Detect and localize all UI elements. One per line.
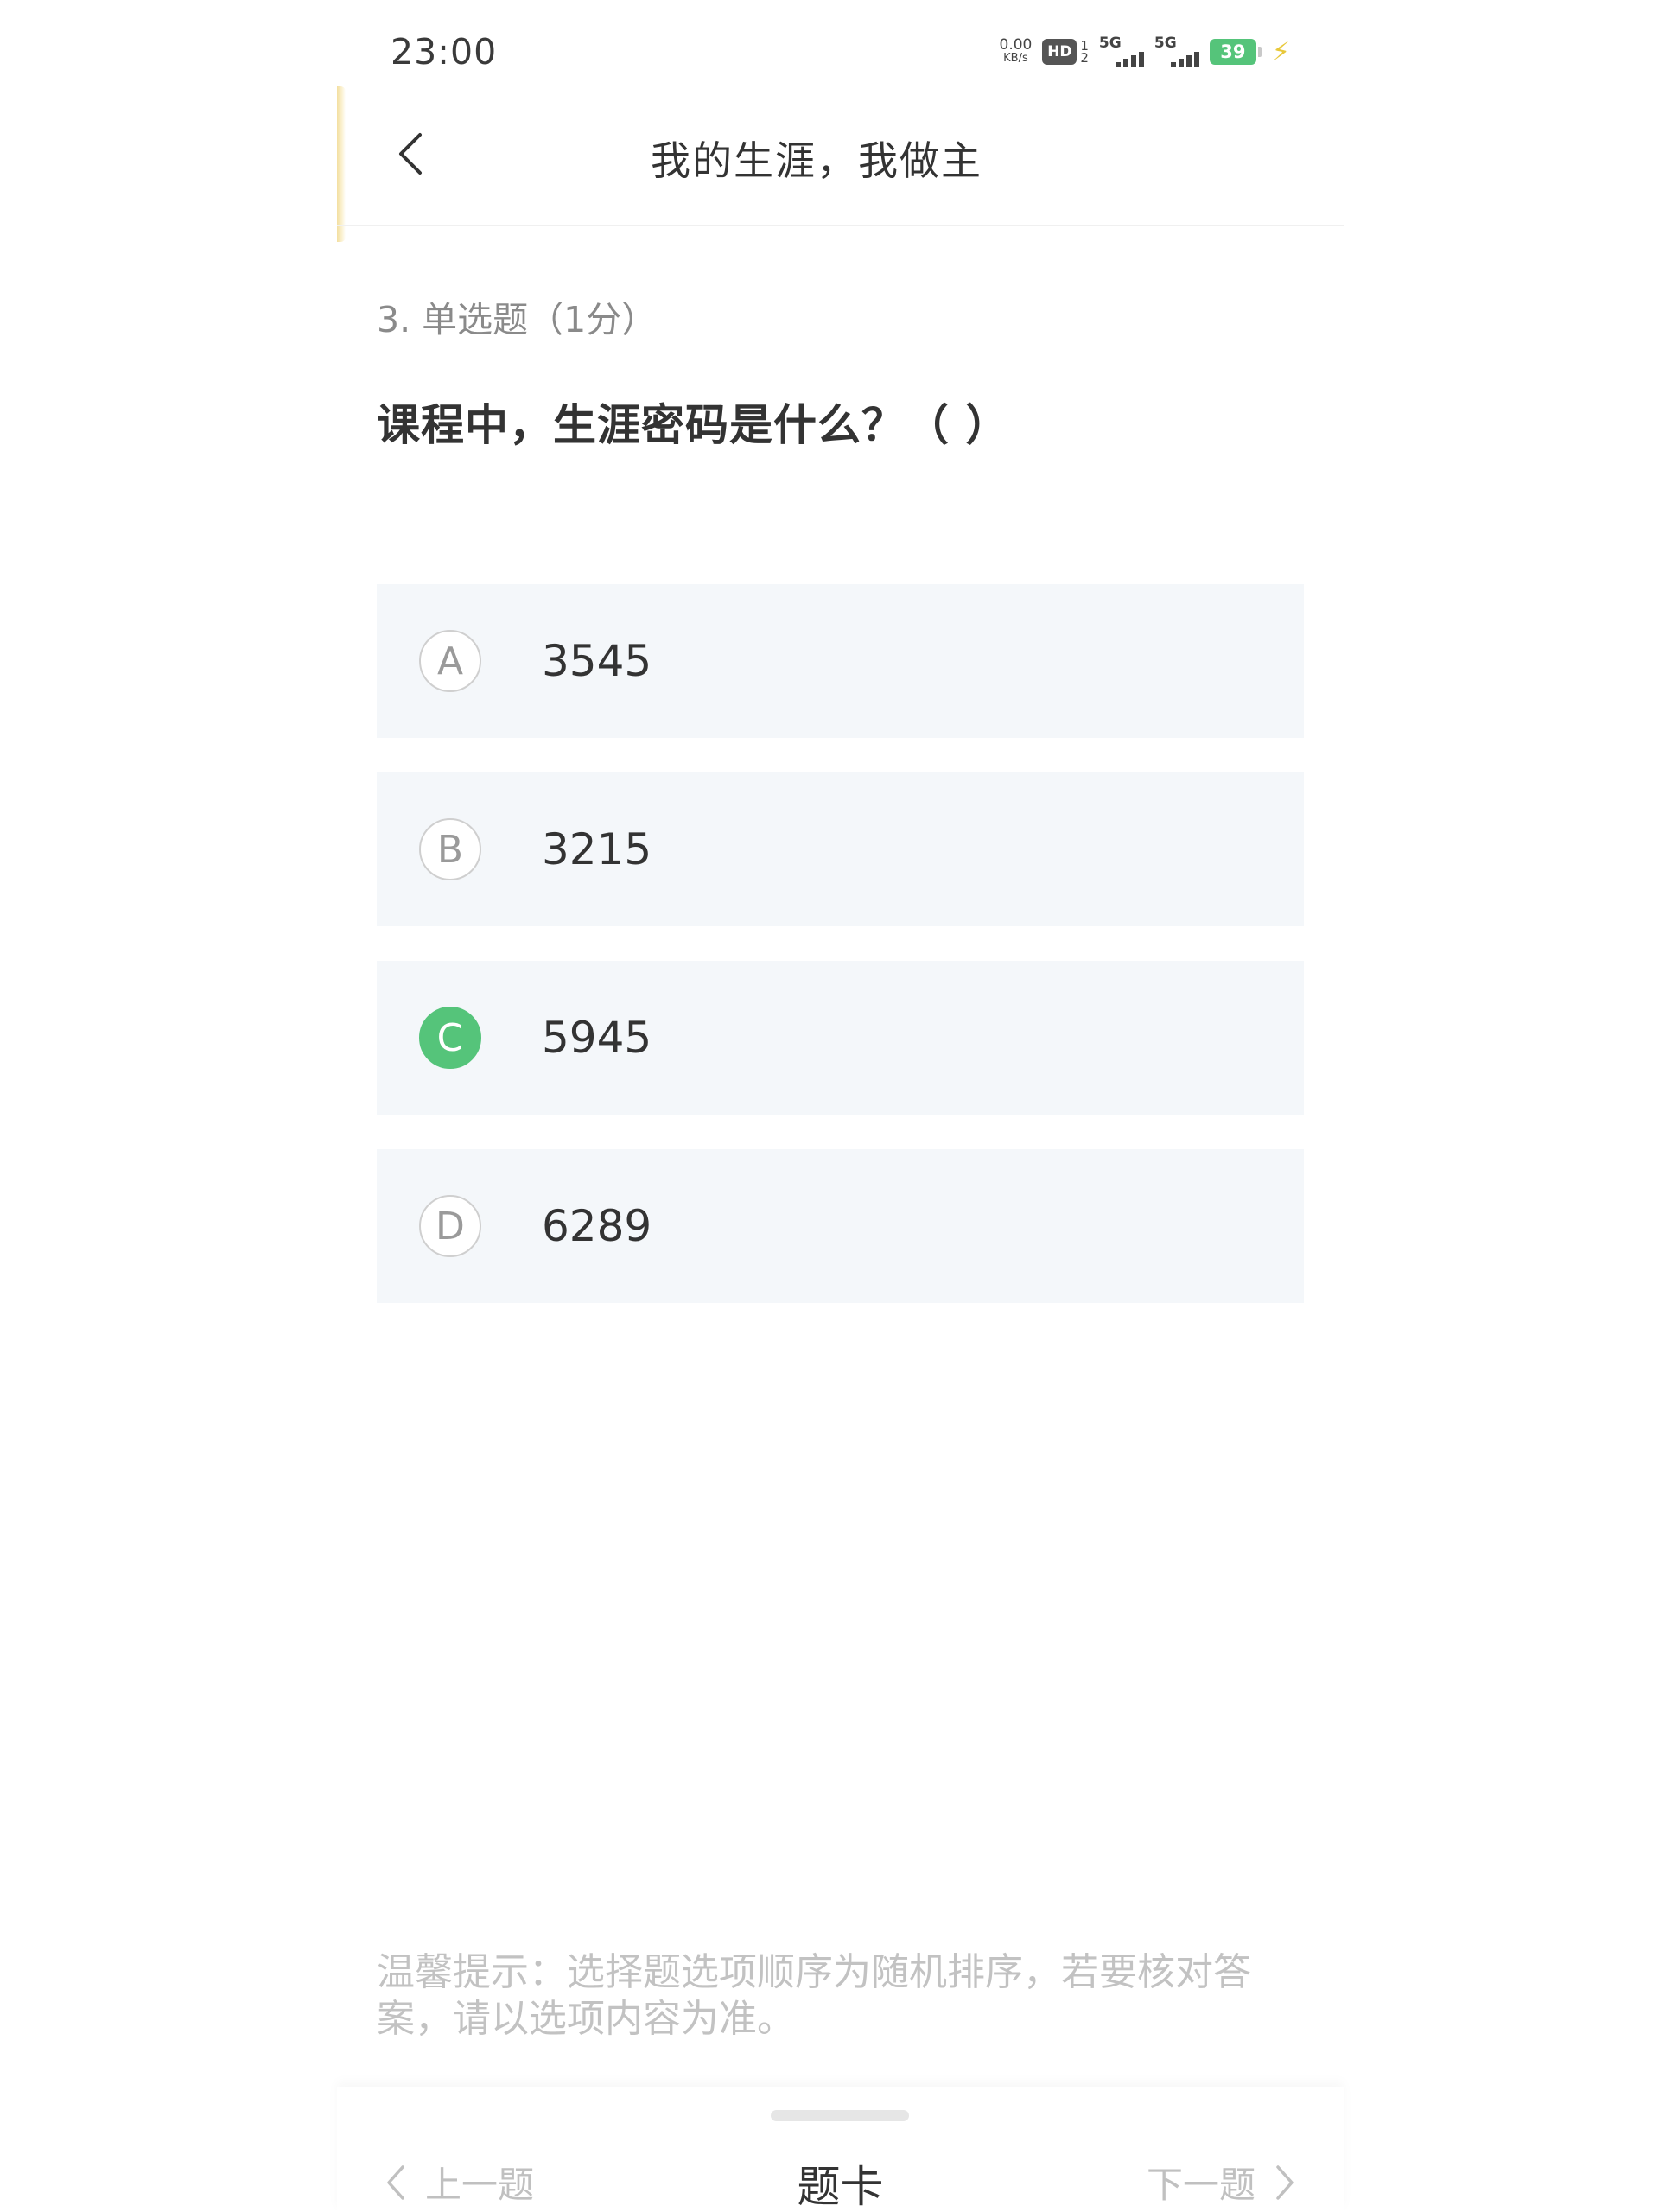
option-d[interactable]: D 6289 — [377, 1149, 1304, 1303]
question-type-label: 3. 单选题（1分） — [377, 299, 658, 340]
charging-bolt-icon: ⚡ — [1271, 36, 1290, 67]
net-speed-value: 0.00 — [999, 36, 1033, 54]
chevron-right-icon — [1276, 2164, 1294, 2200]
option-text: 3215 — [542, 824, 652, 874]
option-a[interactable]: A 3545 — [377, 584, 1304, 738]
hd-label: HD — [1047, 43, 1072, 60]
status-bar: 23:00 0.00 KB/s HD 1 2 5G 5G 39 ⚡ — [337, 0, 1344, 95]
option-b[interactable]: B 3215 — [377, 772, 1304, 926]
hd-volte-icon: HD — [1042, 39, 1077, 65]
nav-header: 我的生涯，我做主 — [337, 95, 1344, 226]
options-list: A 3545 B 3215 C 5945 D 6289 — [377, 584, 1304, 1338]
battery-level: 39 — [1220, 41, 1246, 62]
option-letter: D — [419, 1195, 481, 1257]
option-text: 6289 — [542, 1201, 652, 1251]
tip-line-1: 温馨提示：选择题选项顺序为随机排序，若要核对答 — [377, 1950, 1251, 1994]
chevron-left-icon — [387, 2164, 404, 2200]
status-icons: 0.00 KB/s HD 1 2 5G 5G 39 ⚡ — [1000, 35, 1290, 69]
drag-handle[interactable] — [771, 2110, 909, 2121]
signal-icon: 5G — [1098, 35, 1144, 67]
option-letter: C — [419, 1007, 481, 1069]
battery-icon: 39 — [1209, 39, 1262, 65]
app-screen: 23:00 0.00 KB/s HD 1 2 5G 5G 39 ⚡ 我的生涯，我… — [337, 0, 1344, 2212]
prev-question-label: 上一题 — [425, 2164, 535, 2206]
question-text: 课程中，生涯密码是什么？（ ） — [377, 400, 1010, 450]
next-question-label: 下一题 — [1146, 2164, 1255, 2206]
net-speed-unit: KB/s — [1003, 52, 1028, 65]
option-text: 3545 — [542, 636, 652, 686]
sim2-label: 5G — [1154, 35, 1177, 52]
sim1-label: 5G — [1098, 35, 1122, 52]
bottom-nav-bar: 上一题 题卡 下一题 — [337, 2087, 1344, 2212]
tip-line-2: 案，请以选项内容为准。 — [377, 1997, 795, 2041]
answer-card-button[interactable]: 题卡 — [798, 2162, 884, 2212]
status-time: 23:00 — [391, 31, 498, 73]
tip-text: 温馨提示：选择题选项顺序为随机排序，若要核对答 案，请以选项内容为准。 — [377, 1949, 1301, 2043]
next-question-button[interactable]: 下一题 — [1147, 2156, 1295, 2209]
option-letter: B — [419, 818, 481, 880]
hd-sub-label: 1 2 — [1080, 40, 1089, 66]
option-letter: A — [419, 630, 481, 692]
net-speed: 0.00 KB/s — [999, 36, 1033, 66]
hd-sub-bottom: 2 — [1080, 50, 1089, 66]
option-c[interactable]: C 5945 — [377, 961, 1304, 1115]
page-title: 我的生涯，我做主 — [651, 137, 982, 184]
prev-question-button[interactable]: 上一题 — [385, 2156, 534, 2209]
option-text: 5945 — [542, 1013, 652, 1063]
signal-icon: 5G — [1154, 35, 1199, 67]
